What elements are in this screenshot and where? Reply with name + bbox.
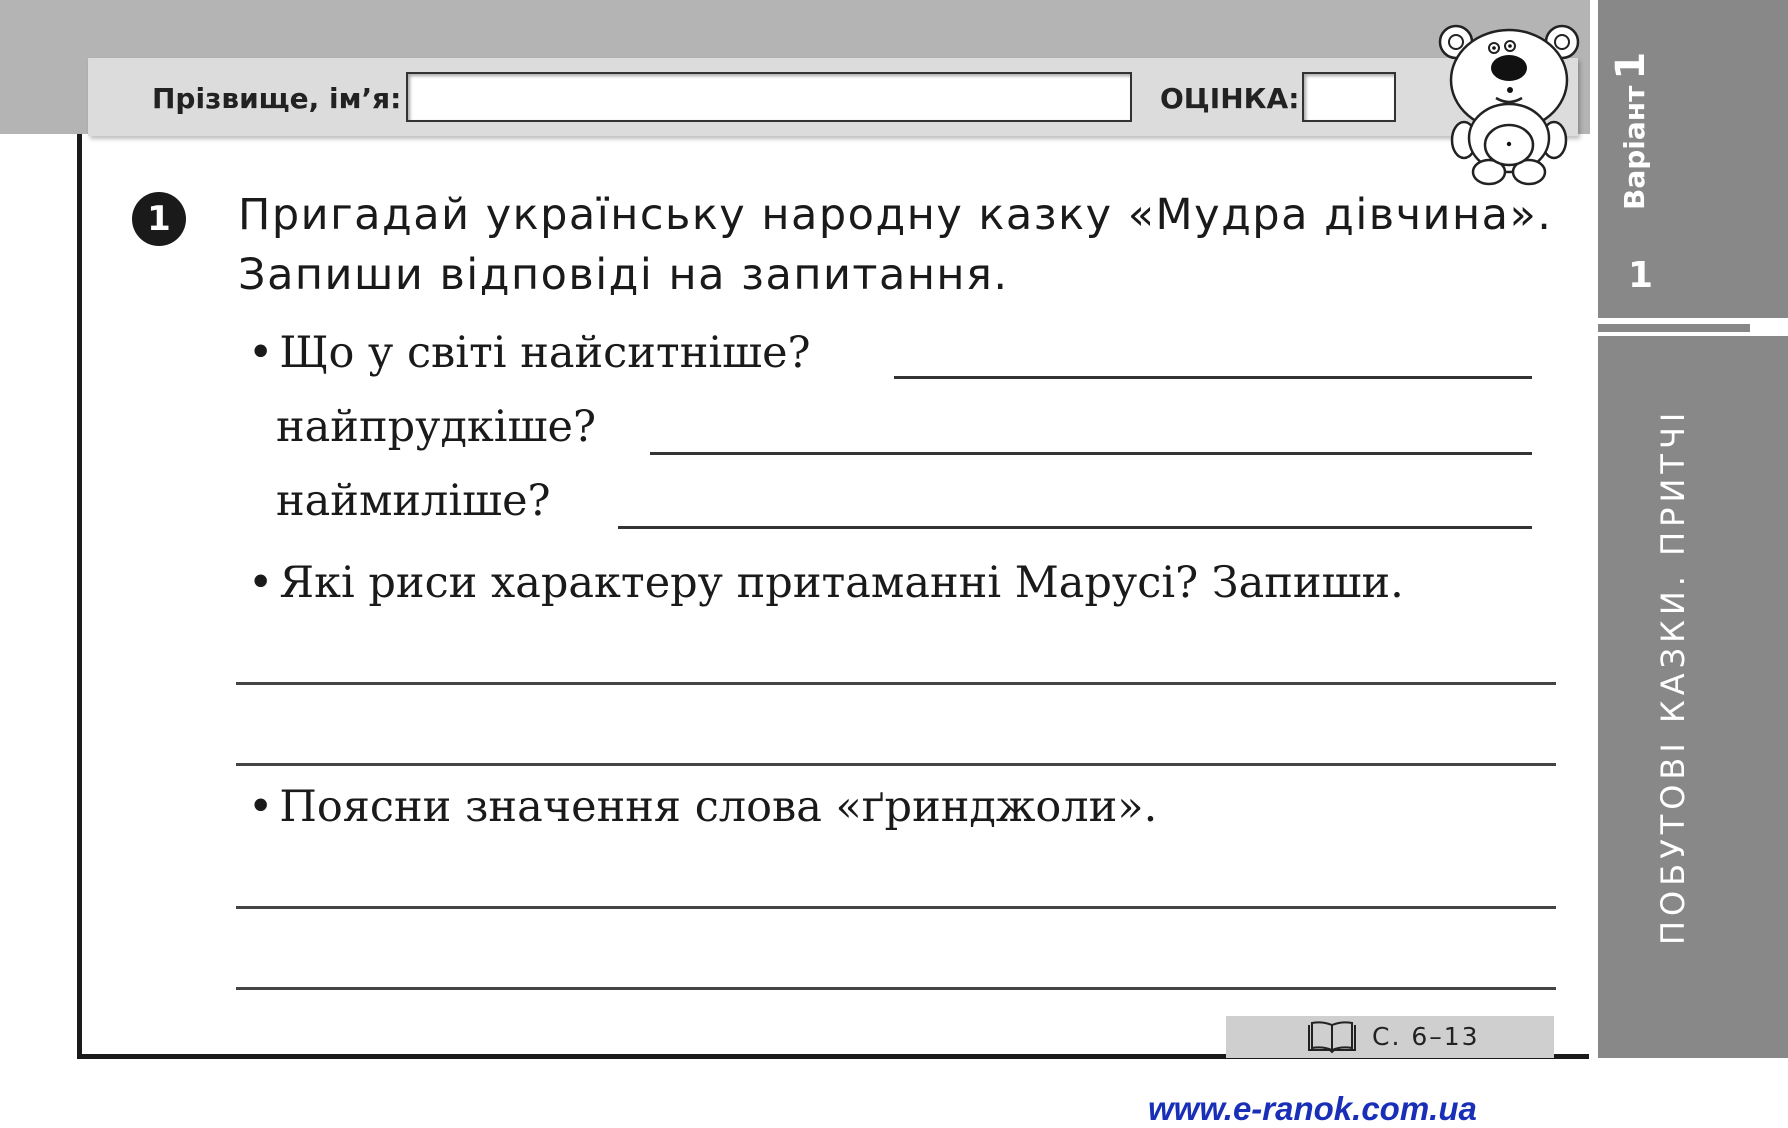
question-text: найпрудкіше? [276,402,597,452]
question-text: наймиліше? [276,476,551,526]
section-title: ПОБУТОВІ КАЗКИ. ПРИТЧІ [1654,407,1692,945]
task-number-badge: 1 [132,192,186,246]
question-1b: найпрудкіше? [276,402,596,452]
question-text: Поясни значення слова «ґринджоли». [279,782,1158,832]
question-1c: наймиліше? [276,476,551,526]
variant-number: 1 [1608,51,1654,80]
question-text: Що у світі найситніше? [279,328,811,378]
page-reference-text: С. 6–13 [1372,1022,1480,1051]
name-label: Прізвище, ім’я: [152,82,402,115]
sidebar-section-tab [1598,336,1788,1058]
top-band-edge [0,134,80,144]
publisher-url[interactable]: www.e-ranok.com.ua [1148,1090,1477,1128]
page-number: 1 [1628,255,1654,296]
variant-text: Варіант [1618,85,1651,210]
bullet: • [248,558,274,608]
variant-label: Варіант 1 [1608,52,1654,210]
page-reference: С. 6–13 [1226,1016,1554,1058]
task-instruction: Пригадай українську народну казку «Мудра… [238,190,1553,300]
question-text: Які риси характеру притаманні Марусі? За… [279,558,1404,608]
name-field[interactable] [406,72,1132,122]
answer-line-4[interactable] [236,682,1556,685]
answer-line-7[interactable] [236,987,1556,990]
book-icon [1308,1021,1356,1054]
bullet: • [248,328,274,378]
question-1: • Що у світі найситніше? [248,328,811,378]
bear-mascot-icon [1438,24,1580,186]
frame-left-border [77,134,82,1058]
grade-label: ОЦІНКА: [1160,82,1300,115]
answer-line-5[interactable] [236,763,1556,766]
question-2: • Які риси характеру притаманні Марусі? З… [248,558,1404,608]
grade-field[interactable] [1302,72,1396,122]
answer-line-1[interactable] [894,376,1532,379]
header-bar: Прізвище, ім’я: ОЦІНКА: [88,58,1578,136]
answer-line-2[interactable] [650,452,1532,455]
answer-line-3[interactable] [618,526,1532,529]
question-3: • Поясни значення слова «ґринджоли». [248,782,1157,832]
answer-line-6[interactable] [236,906,1556,909]
sidebar-divider [1598,324,1750,332]
bullet: • [248,782,274,832]
